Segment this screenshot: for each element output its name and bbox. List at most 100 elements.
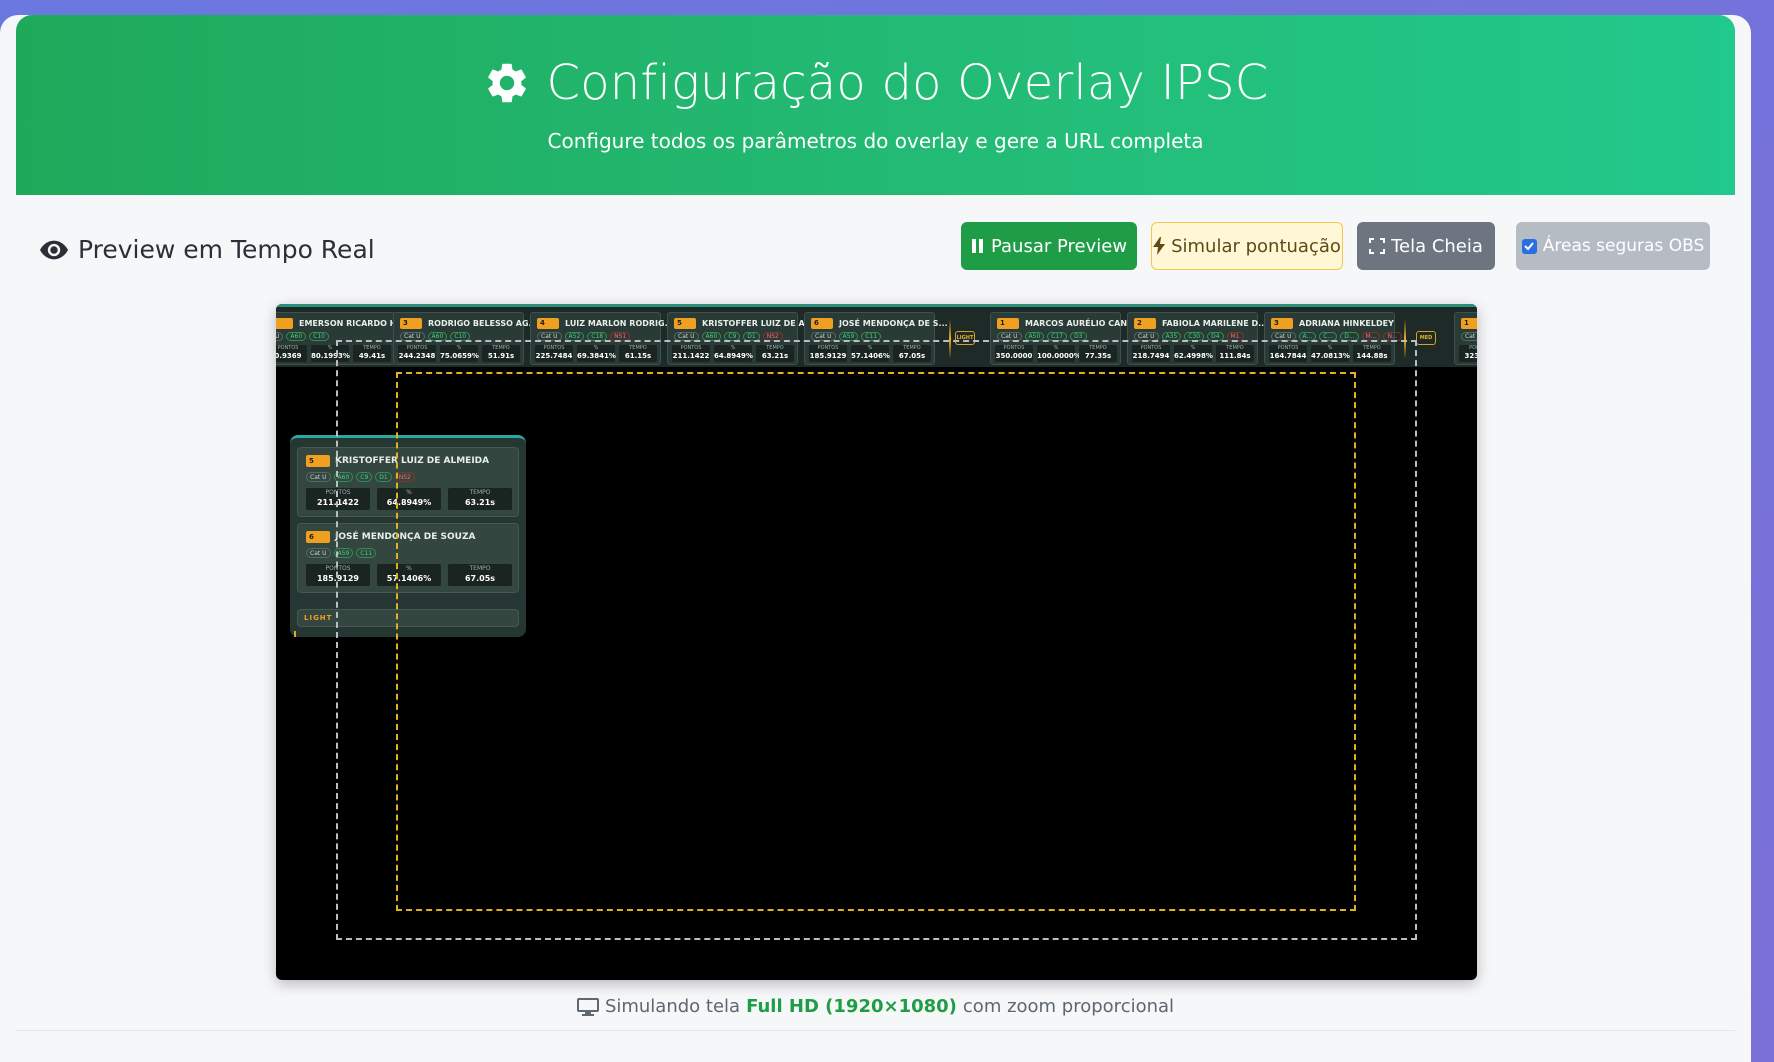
stat-value: 64.8949% [386,498,432,507]
hit-tags: Cat U A60 C9 D1 NS2 [674,332,783,341]
app-container: Configuração do Overlay IPSC Configure t… [0,15,1751,1062]
hit-tag: D1 [375,472,392,482]
stat-label: % [730,345,736,351]
hit-tag: Cat U [306,472,331,482]
stat-box: PONTOS 244.2348 [398,345,436,362]
caption-suffix: com zoom proporcional [962,996,1175,1017]
stat-label: PONTO [1469,345,1477,351]
stat-label: TEMPO [492,345,510,351]
pause-preview-button[interactable]: Pausar Preview [961,222,1137,270]
stat-box: PONTOS 350.0000 [995,345,1033,362]
stat-value: 211.1422 [316,498,359,507]
simulate-score-button[interactable]: Simular pontuação [1151,222,1343,270]
stat-label: PONTOS [277,345,299,351]
hit-tag: N... [1383,332,1402,341]
stat-value: 218.7494 [1132,352,1170,360]
stat-label: TEMPO [1363,345,1381,351]
gear-icon [487,63,526,103]
stat-box: % 57.1406% [851,345,890,362]
position-badge [276,318,293,329]
stat-label: TEMPO [629,345,647,351]
division-separator-line [1404,319,1406,359]
hit-tag: A60 [286,332,307,341]
stat-box: PONTOS 218.7494 [1132,345,1170,362]
stat-label: TEMPO [363,345,381,351]
fullscreen-label: Tela Cheia [1391,235,1483,257]
stat-box: PONTOS 164.7844 [1269,345,1307,362]
safe-areas-label: Áreas seguras OBS [1542,236,1705,256]
safe-areas-checkbox[interactable] [1521,238,1537,254]
position-badge: 2 [1134,318,1156,329]
hit-tags: Cat U [1461,332,1477,341]
overlay-preview-screen: EMERSON RICARDO H...UA60C10PONTOS0.9369%… [276,304,1477,980]
safe-areas-toggle[interactable]: Áreas seguras OBS [1516,222,1710,270]
competitor-name: ADRIANA HINKELDEY [1299,319,1394,328]
title-safe-area [396,372,1356,911]
stat-box: PONTOS 185.9129 [306,564,370,586]
ticker-competitor-card: 2 FABIOLA MARILENE D... Cat U A35 C30 D4 M1 PON… [1127,312,1267,365]
stat-box: % 57.1406% [377,564,441,586]
fullscreen-button[interactable]: Tela Cheia [1357,222,1495,270]
stat-box: % 47.0813% [1311,345,1350,362]
division-separator-line [949,319,951,359]
position-badge: 3 [1271,318,1293,329]
hit-tag: Cat U [811,332,836,341]
ticker-competitor-card: 1 MARCOS AURÉLIO CANI Cat U A50 C17 D3 PONTOS 3… [990,312,1130,365]
hit-tags: Cat U A60 C9 D1 NS2 [306,472,415,482]
expand-icon [1369,238,1386,254]
stat-value: 63.21s [761,352,789,360]
division-competitor-card: 5 KRISTOFFER LUIZ DE ALMEIDA Cat U A60 C9 D1 N… [297,447,519,517]
stat-label: PONTOS [1277,345,1299,351]
score-stats: PONTOS 244.2348% 75.0659% TEMPO 51.91s [398,345,520,362]
hit-tag: C9 [724,332,741,341]
preview-caption: Simulando tela Full HD (1920×1080) com z… [0,996,1751,1017]
division-competitor-card: 6 JOSÉ MENDONÇA DE SOUZA Cat U A59 C11 PONTOS… [297,523,519,593]
stat-label: TEMPO [1089,345,1107,351]
hit-tag: M... [1361,332,1381,341]
hit-tag: U [276,332,284,341]
stat-label: % [327,345,333,351]
stat-box: % 62.4998% [1174,345,1213,362]
stat-value: 350.0000 [995,352,1033,360]
preview-title-text: Preview em Tempo Real [78,235,375,264]
stat-label: % [406,489,412,496]
hit-tag: C11 [356,548,377,558]
stat-label: % [1053,345,1059,351]
stat-label: TEMPO [766,345,784,351]
stat-value: 164.7844 [1269,352,1307,360]
hit-tag: A50 [1024,332,1045,341]
stat-value: 225.7484 [535,352,573,360]
division-panel: 5 KRISTOFFER LUIZ DE ALMEIDA Cat U A60 C9 D1 N… [290,435,526,637]
simulate-score-label: Simular pontuação [1171,235,1341,257]
hit-tag: Cat U [1134,332,1159,341]
stat-label: TEMPO [469,565,491,572]
hit-tags: UA60C10 [276,332,329,341]
position-badge: 4 [537,318,559,329]
stat-label: TEMPO [903,345,921,351]
stat-box: % 75.0659% [440,345,479,362]
score-stats: PONTOS 0.9369% 80.1993% TEMPO 49.41s [276,345,391,362]
stat-value: 244.2348 [398,352,436,360]
stat-box: % 69.3841% [577,345,616,362]
stat-box: TEMPO 61.15s [619,345,657,362]
position-badge: 5 [674,318,696,329]
position-badge: 3 [400,318,422,329]
stat-box: PONTOS 211.1422 [306,488,370,510]
monitor-icon [576,997,599,1016]
ticker-bar: EMERSON RICARDO H...UA60C10PONTOS0.9369%… [276,304,1477,367]
hit-tags: Cat U A50 C17 D3 [997,332,1087,341]
stat-label: PONTOS [1003,345,1025,351]
hit-tags: Cat U A35 C30 D4 M1 [1134,332,1244,341]
hit-tag: C... [1319,332,1338,341]
stat-value: 57.1406% [851,352,890,360]
stat-value: 211.1422 [672,352,710,360]
stat-label: % [1327,345,1333,351]
division-label: LIGHT [297,609,519,627]
competitor-name: JOSÉ MENDONÇA DE SOUZA [335,532,476,542]
score-stats: PONTOS 350.0000% 100.0000% TEMPO 77.35s [995,345,1117,362]
hit-tag: A35 [1161,332,1182,341]
stat-label: TEMPO [469,489,491,496]
hit-tag: Cat U [306,548,331,558]
hit-tags: Cat U A59 C11 [306,548,377,558]
stat-value: 185.9129 [809,352,847,360]
